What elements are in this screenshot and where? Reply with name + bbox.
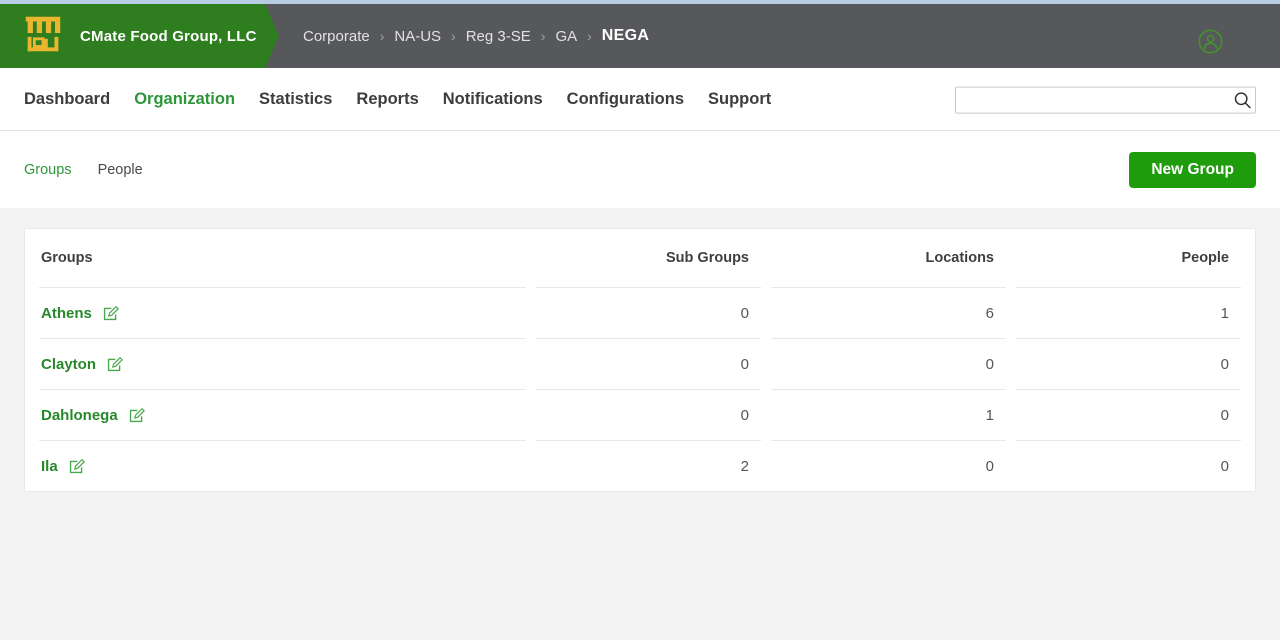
app-header: CMate Food Group, LLC Corporate › NA-US … [0, 4, 1280, 68]
groups-table: Groups Sub Groups Locations People Athen… [29, 229, 1251, 491]
table-row: Dahlonega 0 1 0 [39, 390, 1241, 441]
nav-item-reports[interactable]: Reports [356, 90, 418, 109]
people-count: 1 [1016, 288, 1241, 339]
group-link-clayton[interactable]: Clayton [41, 355, 124, 373]
breadcrumb-current: NEGA [601, 27, 650, 44]
people-count: 0 [1016, 339, 1241, 390]
group-link-dahlonega[interactable]: Dahlonega [41, 407, 145, 424]
user-circle-icon[interactable] [1197, 28, 1224, 55]
nav-item-support[interactable]: Support [708, 90, 771, 109]
column-header-sub-groups: Sub Groups [536, 229, 761, 288]
column-header-groups: Groups [39, 229, 526, 288]
edit-icon[interactable] [128, 407, 145, 424]
sub-tabs: Groups People [24, 162, 143, 178]
breadcrumb-item-ga[interactable]: GA [555, 28, 577, 45]
edit-icon[interactable] [68, 458, 85, 475]
group-name: Dahlonega [41, 406, 118, 424]
group-link-ila[interactable]: Ila [41, 458, 85, 475]
column-header-people: People [1016, 229, 1241, 288]
page-content: Groups Sub Groups Locations People Athen… [0, 228, 1280, 640]
nav-item-dashboard[interactable]: Dashboard [24, 90, 110, 109]
main-nav: Dashboard Organization Statistics Report… [0, 68, 1280, 131]
new-group-button[interactable]: New Group [1129, 151, 1256, 188]
column-header-locations: Locations [771, 229, 1006, 288]
locations-count: 0 [771, 339, 1006, 390]
breadcrumb-item-corporate[interactable]: Corporate [303, 28, 370, 45]
tab-groups[interactable]: Groups [24, 162, 72, 178]
nav-item-organization[interactable]: Organization [134, 90, 235, 109]
brand-logo-block[interactable]: CMate Food Group, LLC [0, 4, 279, 68]
group-name: Clayton [41, 355, 97, 373]
search-box [955, 86, 1256, 116]
search-icon[interactable] [1232, 90, 1253, 116]
group-link-athens[interactable]: Athens [41, 305, 119, 322]
search-input[interactable] [955, 86, 1256, 114]
table-row: Ila 2 0 0 [39, 441, 1241, 491]
locations-count: 1 [771, 390, 1006, 441]
people-count: 0 [1016, 390, 1241, 441]
breadcrumb-item-na-us[interactable]: NA-US [394, 28, 441, 45]
nav-item-notifications[interactable]: Notifications [443, 90, 543, 109]
table-header-row: Groups Sub Groups Locations People [39, 229, 1241, 288]
breadcrumb-separator: › [451, 28, 456, 44]
edit-icon[interactable] [102, 305, 119, 322]
storefront-icon [20, 11, 66, 62]
table-row: Clayton 0 0 0 [39, 339, 1241, 390]
group-name: Athens [41, 304, 92, 322]
edit-icon[interactable] [106, 356, 124, 373]
nav-item-configurations[interactable]: Configurations [567, 90, 684, 109]
locations-count: 0 [771, 441, 1006, 491]
breadcrumb-separator: › [587, 28, 592, 44]
locations-count: 6 [771, 288, 1006, 339]
breadcrumb: Corporate › NA-US › Reg 3-SE › GA › NEGA [303, 27, 649, 45]
groups-toolbar: Groups People New Group [0, 131, 1280, 208]
breadcrumb-separator: › [379, 28, 385, 44]
sub-groups-count: 0 [536, 339, 761, 390]
sub-groups-count: 2 [536, 441, 761, 491]
groups-table-card: Groups Sub Groups Locations People Athen… [24, 228, 1256, 492]
brand-name: CMate Food Group, LLC [80, 27, 257, 45]
group-name: Ila [41, 457, 58, 475]
tab-people[interactable]: People [98, 162, 143, 178]
breadcrumb-item-reg-3-se[interactable]: Reg 3-SE [466, 28, 531, 45]
nav-items: Dashboard Organization Statistics Report… [24, 90, 771, 109]
sub-groups-count: 0 [536, 390, 761, 441]
sub-groups-count: 0 [536, 288, 761, 339]
nav-item-statistics[interactable]: Statistics [259, 90, 332, 109]
table-row: Athens 0 6 1 [39, 288, 1241, 339]
breadcrumb-separator: › [540, 28, 546, 44]
people-count: 0 [1016, 441, 1241, 491]
